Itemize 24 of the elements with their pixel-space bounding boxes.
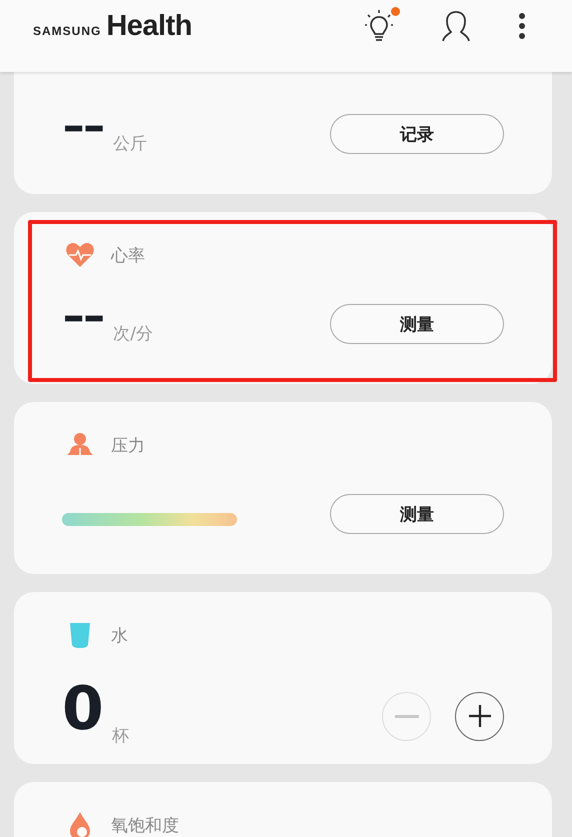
plus-icon (468, 704, 492, 728)
more-options-icon[interactable] (518, 12, 526, 40)
value-text: -- (62, 107, 103, 147)
profile-icon[interactable] (440, 10, 472, 42)
brand-logo-text: SAMSUNG (33, 24, 102, 38)
action-button[interactable]: 记录 (330, 114, 504, 154)
tracker-card[interactable]: -- 公斤 记录 (14, 72, 552, 194)
unit-label: 公斤 (113, 133, 148, 155)
lightbulb-icon[interactable] (364, 9, 394, 43)
value-text: -- (62, 297, 103, 337)
minus-icon (394, 714, 418, 718)
heart-icon (65, 240, 95, 270)
card-title: 心率 (111, 244, 145, 266)
card-title: 水 (111, 624, 128, 646)
card-title: 压力 (111, 434, 145, 456)
unit-label: 次/分 (113, 323, 153, 345)
unit-label: 杯 (112, 725, 129, 747)
increase-button[interactable] (455, 692, 504, 740)
action-button[interactable]: 测量 (330, 304, 504, 344)
card-title: 氧饱和度 (111, 814, 179, 836)
brand-title: Health (106, 10, 192, 42)
value-text: 0 (62, 679, 104, 739)
action-button[interactable]: 测量 (330, 494, 504, 534)
tracker-card[interactable]: 压力 测量 (14, 402, 552, 574)
